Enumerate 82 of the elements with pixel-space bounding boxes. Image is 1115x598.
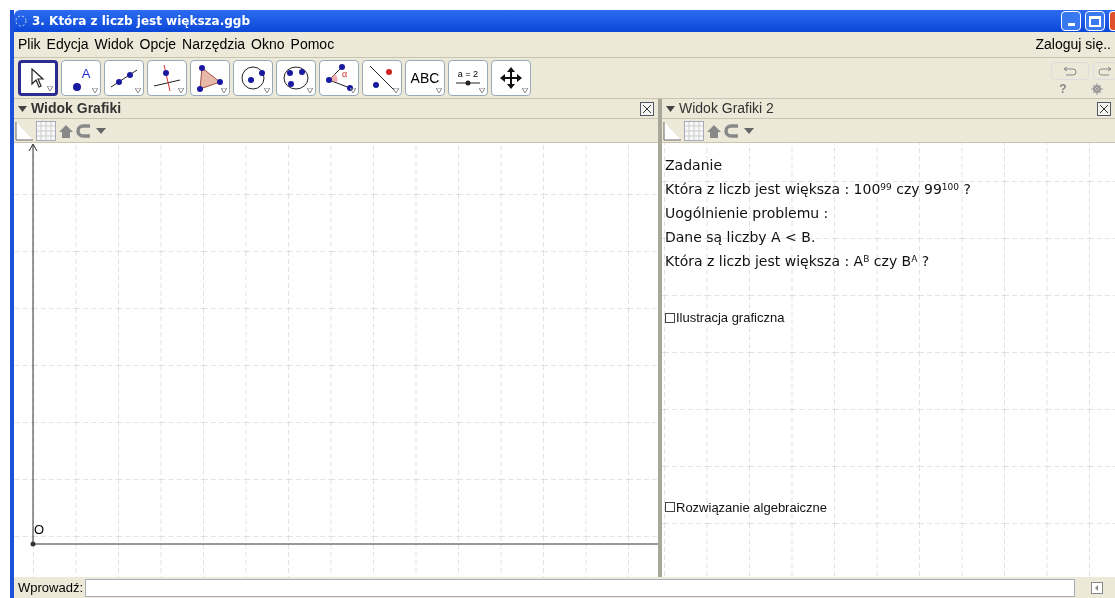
input-label: Wprowadź:	[18, 578, 84, 597]
tool-button[interactable]: ABC	[405, 60, 445, 96]
submenu-caret-icon	[522, 88, 528, 93]
submenu-caret-icon	[264, 88, 270, 93]
home-icon[interactable]	[706, 122, 722, 139]
tool-button[interactable]: α	[319, 60, 359, 96]
tool-button[interactable]	[18, 60, 58, 96]
point-icon	[71, 81, 82, 92]
view-title: Widok Grafiki	[31, 99, 122, 118]
submenu-caret-icon	[178, 88, 184, 93]
submenu-caret-icon	[221, 88, 227, 93]
collapse-triangle-icon[interactable]	[18, 105, 27, 112]
math-text: Która z liczb jest większa : 100$^{99}$ czy 99$^{100}$ ?	[665, 180, 972, 199]
text-tool-label: ABC	[410, 68, 440, 88]
move-arrows-icon	[499, 66, 523, 90]
math-text: Dane są liczby A < B.	[665, 228, 817, 247]
submenu-caret-icon	[479, 88, 485, 93]
graphics-canvas[interactable]: O	[14, 143, 658, 577]
submenu-caret-icon	[92, 88, 98, 93]
submenu-caret-icon	[350, 88, 356, 93]
dropdown-caret-icon[interactable]	[96, 127, 106, 134]
checkbox-row[interactable]: Rozwiązanie algebraiczne	[665, 497, 1115, 517]
tool-button[interactable]	[190, 60, 230, 96]
menu-item[interactable]: Opcje	[139, 34, 177, 55]
checkbox-row[interactable]: Ilustracja graficzna	[665, 308, 1115, 328]
tool-button[interactable]	[276, 60, 316, 96]
keyboard-toggle-icon[interactable]	[1091, 581, 1103, 594]
home-icon[interactable]	[58, 122, 74, 139]
tool-button[interactable]	[147, 60, 187, 96]
ellipse-icon	[281, 64, 311, 92]
grid-toggle-icon[interactable]	[36, 120, 56, 141]
app-icon	[14, 14, 28, 28]
circle-icon	[239, 64, 267, 92]
tool-button[interactable]	[104, 60, 144, 96]
cursor-icon	[30, 68, 46, 88]
tool-button[interactable]	[233, 60, 273, 96]
submenu-caret-icon	[393, 88, 399, 93]
tool-button[interactable]	[362, 60, 402, 96]
collapse-triangle-icon[interactable]	[666, 105, 675, 112]
checkbox[interactable]	[665, 502, 675, 513]
submenu-caret-icon	[135, 88, 141, 93]
close-button[interactable]	[1109, 11, 1115, 31]
close-icon[interactable]	[640, 101, 654, 116]
login-link[interactable]: Zaloguj się..	[1035, 34, 1111, 55]
menu-item[interactable]: Narzędzia	[182, 34, 246, 55]
tool-button[interactable]	[491, 60, 531, 96]
redo-icon	[1098, 65, 1112, 76]
angle-icon	[324, 64, 354, 92]
slider-icon	[455, 78, 481, 87]
maximize-button[interactable]	[1085, 11, 1105, 31]
math-text: Zadanie	[665, 156, 723, 175]
view-title: Widok Grafiki 2	[679, 99, 774, 118]
undo-icon	[1063, 65, 1077, 76]
origin-label: O	[34, 523, 45, 536]
menu-item[interactable]: Plik	[18, 34, 41, 55]
submenu-caret-icon	[47, 86, 53, 91]
grid-toggle-icon[interactable]	[684, 120, 704, 141]
checkbox[interactable]	[665, 312, 675, 323]
redo-button[interactable]	[1093, 61, 1115, 80]
menu-item[interactable]: Widok	[94, 34, 134, 55]
settings-icon[interactable]	[1090, 82, 1103, 95]
submenu-caret-icon	[307, 88, 313, 93]
math-text: Uogólnienie problemu :	[665, 204, 830, 223]
math-text: Która z liczb jest większa : A$^{B}$ czy B$^{A}$ ?	[665, 252, 931, 271]
axes-toggle-icon[interactable]	[14, 120, 34, 141]
dropdown-caret-icon[interactable]	[744, 127, 754, 134]
menu-item[interactable]: Edycja	[46, 34, 89, 55]
tool-button[interactable]: a = 2	[448, 60, 488, 96]
tool-button[interactable]: A	[61, 60, 101, 96]
window-title: 3. Która z liczb jest większa.ggb	[32, 13, 250, 30]
angle-label: α	[342, 70, 348, 79]
minimize-button[interactable]	[1061, 11, 1081, 31]
menu-item[interactable]: Pomoc	[290, 34, 335, 55]
perpendicular-icon	[152, 64, 182, 92]
input-field[interactable]	[85, 578, 1075, 597]
polygon-icon	[195, 64, 225, 92]
point-label: A	[81, 65, 91, 84]
menu-item[interactable]: Okno	[251, 34, 285, 55]
submenu-caret-icon	[436, 88, 442, 93]
axes-toggle-icon[interactable]	[662, 120, 682, 141]
close-icon[interactable]	[1097, 101, 1111, 116]
slider-tool-label: a = 2	[457, 69, 479, 79]
